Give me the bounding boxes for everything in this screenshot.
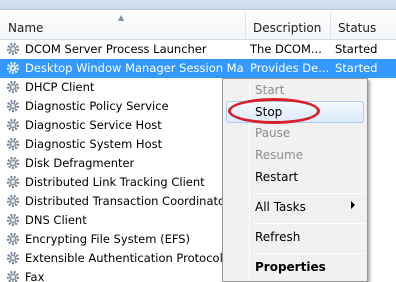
menu-item-refresh[interactable]: Refresh	[255, 227, 300, 247]
service-name: Extensible Authentication Protocol	[25, 251, 223, 265]
service-description: The DCOM...	[250, 42, 322, 56]
service-name: DNS Client	[25, 213, 87, 227]
service-name: Distributed Link Tracking Client	[25, 175, 205, 189]
gear-icon	[6, 61, 20, 75]
gear-icon	[6, 232, 20, 246]
menu-item-all-tasks[interactable]: All Tasks	[255, 197, 306, 217]
gear-icon	[6, 194, 20, 208]
service-name: DHCP Client	[25, 80, 95, 94]
menu-separator	[253, 223, 365, 224]
menu-item-start[interactable]: Start	[255, 80, 284, 100]
service-status: Started	[335, 61, 378, 75]
gear-icon	[6, 213, 20, 227]
service-name: Encrypting File System (EFS)	[25, 232, 191, 246]
toolbar-strip	[0, 0, 396, 10]
menu-item-pause[interactable]: Pause	[255, 123, 290, 143]
gear-icon	[6, 99, 20, 113]
gear-icon	[6, 175, 20, 189]
service-name: Diagnostic Service Host	[25, 118, 162, 132]
service-name: Distributed Transaction Coordinator	[25, 194, 230, 208]
column-header-description[interactable]: Description	[245, 10, 330, 40]
service-row[interactable]: DCOM Server Process Launcher The DCOM... S…	[0, 40, 396, 59]
service-name: Disk Defragmenter	[25, 156, 135, 170]
chevron-right-icon	[351, 201, 355, 209]
red-highlight-ellipse	[228, 98, 320, 124]
gear-icon	[6, 118, 20, 132]
column-header-name[interactable]: Name	[0, 10, 245, 40]
menu-separator	[253, 193, 365, 194]
menu-item-restart[interactable]: Restart	[255, 167, 298, 187]
service-name: Desktop Window Manager Session Ma...	[25, 61, 245, 75]
menu-item-properties[interactable]: Properties	[255, 257, 326, 277]
service-description: Provides De...	[250, 61, 330, 75]
service-row-selected[interactable]: Desktop Window Manager Session Ma... Prov…	[0, 59, 396, 78]
gear-icon	[6, 270, 20, 282]
gear-icon	[6, 156, 20, 170]
column-header-status[interactable]: Status	[330, 10, 396, 40]
service-name: Diagnostic Policy Service	[25, 99, 169, 113]
menu-separator	[253, 253, 365, 254]
gear-icon	[6, 42, 20, 56]
service-name: Fax	[25, 270, 45, 282]
gear-icon	[6, 251, 20, 265]
gear-icon	[6, 80, 20, 94]
service-name: DCOM Server Process Launcher	[25, 42, 207, 56]
column-header-bar: ▲ Name Description Status	[0, 10, 396, 40]
menu-item-resume[interactable]: Resume	[255, 145, 303, 165]
service-name: Diagnostic System Host	[25, 137, 163, 151]
gear-icon	[6, 137, 20, 151]
service-status: Started	[335, 42, 378, 56]
